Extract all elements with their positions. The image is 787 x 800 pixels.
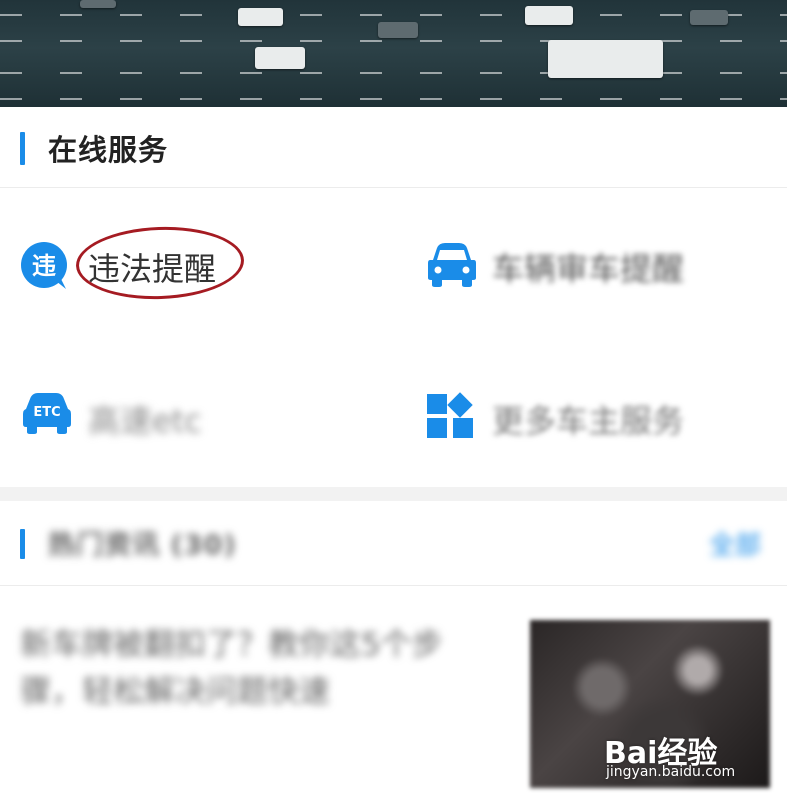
road-banner-image: [0, 0, 787, 107]
section-marker: [20, 132, 25, 165]
section-divider: [0, 487, 787, 501]
section-title: 在线服务: [48, 133, 169, 167]
service-highway-etc[interactable]: ETC 高速etc: [20, 382, 250, 452]
more-services-icon: [427, 392, 473, 438]
car-icon: [428, 243, 476, 287]
car-inspection-label: 车辆审车提醒: [492, 250, 685, 288]
online-services-header: 在线服务: [0, 107, 787, 188]
news-article-text: 新车牌被翻扣了？教你这5个步骤，轻松解决问题快速: [20, 627, 443, 710]
section-marker: [20, 529, 25, 559]
highway-etc-label: 高速etc: [88, 402, 202, 440]
news-title: 热门资讯 (30): [48, 530, 237, 561]
svg-text:ETC: ETC: [33, 405, 60, 420]
violation-icon: 违: [21, 242, 67, 289]
watermark-url: jingyan.baidu.com: [606, 764, 736, 780]
svg-text:违: 违: [32, 252, 56, 280]
etc-car-icon: ETC: [23, 393, 71, 434]
service-more[interactable]: 更多车主服务: [425, 382, 715, 452]
service-car-inspection[interactable]: 车辆审车提醒: [425, 230, 715, 300]
news-more-link[interactable]: 全部: [709, 525, 761, 562]
news-header: 热门资讯 (30) 全部: [0, 501, 787, 586]
more-services-label: 更多车主服务: [492, 402, 685, 440]
